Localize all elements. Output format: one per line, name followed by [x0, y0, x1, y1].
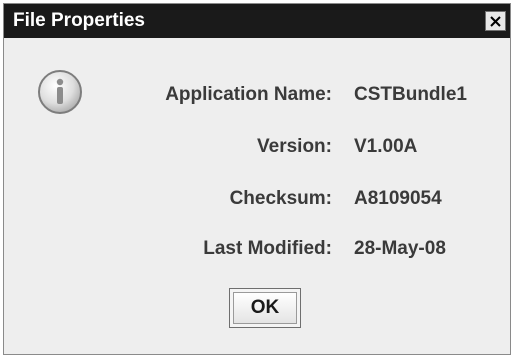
application-name-label: Application Name: — [165, 84, 332, 105]
ok-button-label: OK — [233, 292, 297, 324]
checksum-label: Checksum: — [229, 188, 332, 209]
field-row-application-name: Application Name: CSTBundle1 — [4, 80, 510, 110]
title-bar[interactable]: File Properties — [4, 4, 510, 38]
field-row-version: Version: V1.00A — [4, 132, 510, 162]
close-icon — [489, 15, 502, 28]
file-properties-dialog: File Properties Application Name: CSTBun… — [3, 3, 511, 355]
application-name-value: CSTBundle1 — [354, 84, 467, 105]
version-label: Version: — [257, 136, 332, 157]
ok-button[interactable]: OK — [229, 288, 301, 328]
last-modified-value: 28-May-08 — [354, 238, 446, 259]
dialog-title: File Properties — [13, 10, 145, 31]
field-row-last-modified: Last Modified: 28-May-08 — [4, 234, 510, 264]
checksum-value: A8109054 — [354, 188, 442, 209]
version-value: V1.00A — [354, 136, 418, 157]
field-row-checksum: Checksum: A8109054 — [4, 184, 510, 214]
last-modified-label: Last Modified: — [203, 238, 332, 259]
close-button[interactable] — [485, 11, 506, 31]
